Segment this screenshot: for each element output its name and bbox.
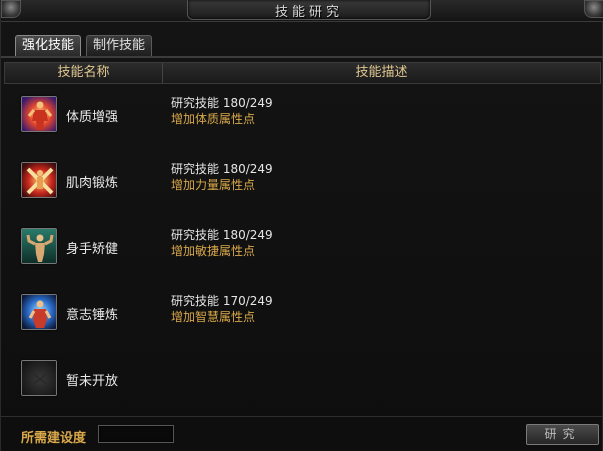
title-plate: 技能研究 bbox=[187, 0, 431, 20]
skill-name: 肌肉锻炼 bbox=[66, 176, 119, 191]
skill-name: 暂未开放 bbox=[66, 374, 119, 389]
meditating-figure-icon[interactable] bbox=[21, 294, 57, 330]
footer-divider bbox=[1, 416, 603, 417]
research-progress: 研究技能 180/249 bbox=[171, 228, 273, 242]
skill-research-window: 技能研究 强化技能 制作技能 技能名称 技能描述 体质增强 研究技能 180/2… bbox=[0, 0, 603, 451]
skill-list: 体质增强 研究技能 180/249 增加体质属性点 肌肉锻炼 研究技能 180/… bbox=[4, 86, 601, 416]
research-progress: 研究技能 180/249 bbox=[171, 162, 273, 176]
strength-body-icon[interactable] bbox=[21, 96, 57, 132]
skill-effect: 增加力量属性点 bbox=[171, 178, 256, 192]
flexing-figure-icon[interactable] bbox=[21, 228, 57, 264]
skill-effect: 增加敏捷属性点 bbox=[171, 244, 256, 258]
skill-row-locked: 暂未开放 bbox=[4, 350, 601, 416]
skill-row[interactable]: 意志锤炼 研究技能 170/249 增加智慧属性点 bbox=[4, 284, 601, 350]
tab-bar: 强化技能 制作技能 bbox=[15, 35, 153, 56]
table-header: 技能名称 技能描述 bbox=[4, 62, 601, 84]
tab-enhance-skills[interactable]: 强化技能 bbox=[15, 35, 82, 56]
skill-name: 体质增强 bbox=[66, 110, 119, 125]
skill-effect: 增加体质属性点 bbox=[171, 112, 256, 126]
locked-slot-icon bbox=[21, 360, 57, 396]
tab-crafting-skills[interactable]: 制作技能 bbox=[86, 35, 153, 56]
research-progress: 研究技能 180/249 bbox=[171, 96, 273, 110]
research-button[interactable]: 研究 bbox=[526, 424, 599, 445]
window-title: 技能研究 bbox=[274, 5, 343, 20]
corner-ornament-left bbox=[1, 0, 21, 18]
tab-divider bbox=[1, 56, 603, 58]
title-bar[interactable]: 技能研究 bbox=[1, 0, 603, 22]
crossed-swords-icon[interactable] bbox=[21, 162, 57, 198]
research-progress: 研究技能 170/249 bbox=[171, 294, 273, 308]
construction-requirement-value bbox=[98, 425, 174, 443]
corner-ornament-right bbox=[584, 0, 603, 18]
construction-requirement-label: 所需建设度 bbox=[21, 431, 87, 446]
skill-effect: 增加智慧属性点 bbox=[171, 310, 256, 324]
skill-row[interactable]: 体质增强 研究技能 180/249 增加体质属性点 bbox=[4, 86, 601, 152]
skill-row[interactable]: 肌肉锻炼 研究技能 180/249 增加力量属性点 bbox=[4, 152, 601, 218]
skill-name: 身手矫健 bbox=[66, 242, 119, 257]
column-header-name: 技能名称 bbox=[5, 63, 163, 83]
skill-row[interactable]: 身手矫健 研究技能 180/249 增加敏捷属性点 bbox=[4, 218, 601, 284]
skill-name: 意志锤炼 bbox=[66, 308, 119, 323]
column-header-desc: 技能描述 bbox=[355, 65, 408, 80]
